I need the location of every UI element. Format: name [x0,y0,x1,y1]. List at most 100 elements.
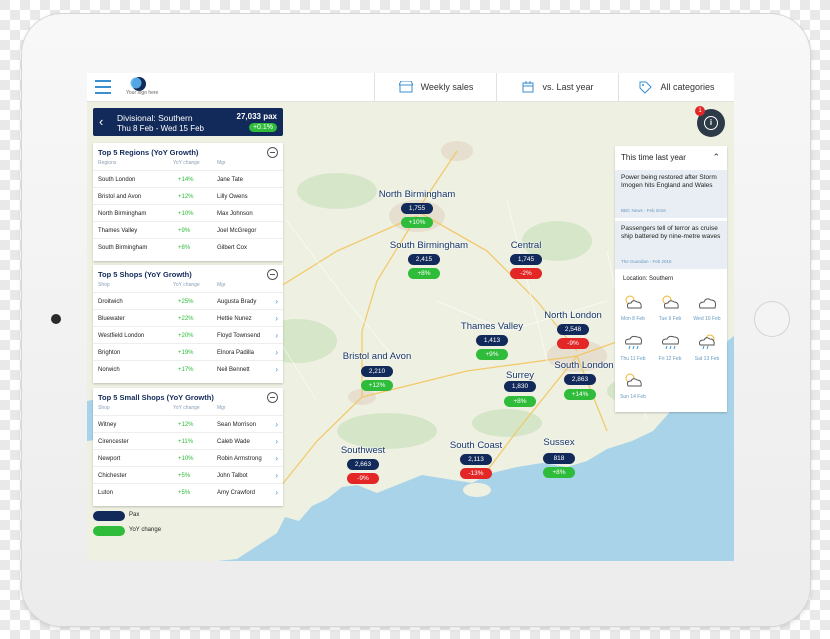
menu-icon[interactable] [95,80,111,94]
info-button[interactable]: i 1 [695,106,725,137]
chevron-right-icon: › [275,471,278,480]
region-label[interactable]: Southwest [341,445,385,456]
region-label[interactable]: Thames Valley [461,321,523,332]
legend-pax-swatch [93,511,125,521]
chevron-right-icon: › [275,297,278,306]
table-row[interactable]: Droitwich +25% Augusta Brady › [93,292,283,310]
region-label[interactable]: South Birmingham [390,240,468,251]
table-row[interactable]: South London +14% Jane Tate [93,170,283,188]
collapse-chevron-icon[interactable]: ⌃ [712,152,720,163]
table-row[interactable]: Westfield London +20% Floyd Townsend › [93,326,283,344]
region-label[interactable]: Surrey [506,370,534,381]
tag-icon [639,81,653,94]
news-item[interactable]: Passengers tell of terror as cruise ship… [615,221,727,269]
weather-day: Fri 12 Feb [656,334,684,362]
sun-cloud-icon [662,295,679,309]
table-row[interactable]: North Birmingham +10% Max Johnson [93,204,283,222]
chevron-right-icon: › [275,348,278,357]
cloud-icon [699,298,716,309]
total-pax: 27,033 pax [236,112,277,121]
chevron-right-icon: › [275,314,278,323]
table-row[interactable]: Witney +12% Sean Morrison › [93,415,283,433]
col-header: Regions [98,160,117,166]
region-label[interactable]: Sussex [543,437,574,448]
chevron-right-icon: › [275,454,278,463]
panel-title: Top 5 Shops (YoY Growth) [98,270,192,279]
region-pax-pill: 2,415 [408,254,440,265]
division-header[interactable]: ‹ Divisional: Southern Thu 8 Feb - Wed 1… [93,108,283,136]
region-change-pill: +10% [401,217,433,228]
weather-day: Tue 9 Feb [656,294,684,322]
notification-badge: 1 [695,106,705,116]
sun-cloud-icon [625,295,642,309]
table-row[interactable]: Bristol and Avon +12% Lilly Owens [93,187,283,205]
region-pax-pill: 818 [543,453,575,464]
region-change-pill: -13% [460,468,492,479]
col-header: YoY change [173,282,200,288]
collapse-icon[interactable] [267,269,278,280]
table-row[interactable]: Luton +5% Amy Crawford › [93,483,283,501]
top-small-shops-panel: Top 5 Small Shops (YoY Growth) Shop YoY … [93,388,283,506]
region-change-pill: +8% [408,268,440,279]
region-label[interactable]: South Coast [450,440,502,451]
chevron-right-icon: › [275,331,278,340]
col-header: Mgr [217,405,226,411]
region-pax-pill: 1,413 [476,335,508,346]
region-label[interactable]: North Birmingham [379,189,456,200]
chevron-right-icon: › [275,437,278,446]
table-row[interactable]: South Birmingham +8% Gilbert Cox [93,238,283,256]
table-row[interactable]: Thames Valley +9% Joel McGregor [93,221,283,239]
store-icon [398,81,413,93]
col-header: YoY change [173,405,200,411]
sun-cloud-icon [625,373,642,387]
legend-yoy-label: YoY change [129,527,162,533]
news-item[interactable]: Power being restored after Storm Imogen … [615,170,727,218]
region-label[interactable]: South London [554,360,613,371]
table-row[interactable]: Cirencester +11% Caleb Wade › [93,432,283,450]
table-row[interactable]: Chichester +5% John Talbot › [93,466,283,484]
legend-yoy-swatch [93,526,125,536]
tab-label: vs. Last year [542,82,594,92]
weather-day: Thu 11 Feb [619,334,647,362]
region-change-pill: -2% [510,268,542,279]
region-pax-pill: 2,210 [361,366,393,377]
tab-weekly-sales[interactable]: Weekly sales [374,73,497,101]
region-change-pill: +8% [504,396,536,407]
collapse-icon[interactable] [267,147,278,158]
calendar-icon [522,81,534,93]
region-change-pill: -9% [557,338,589,349]
region-change-pill: +12% [361,380,393,391]
total-change-badge: +0.1% [248,123,277,132]
chevron-right-icon: › [275,420,278,429]
region-label[interactable]: Central [511,240,542,251]
weather-location: Location: Southern [623,276,674,282]
back-chevron-icon[interactable]: ‹ [99,114,103,129]
region-pax-pill: 1,755 [401,203,433,214]
panel-title: Top 5 Regions (YoY Growth) [98,148,199,157]
table-row[interactable]: Norwich +17% Neil Bennett › [93,360,283,378]
col-header: Mgr [217,160,226,166]
weather-day: Mon 8 Feb [619,294,647,322]
tab-all-categories[interactable]: All categories [618,73,734,101]
home-button[interactable] [754,301,790,337]
tab-vs-last-year[interactable]: vs. Last year [496,73,619,101]
col-header: Mgr [217,282,226,288]
region-pax-pill: 2,548 [557,324,589,335]
col-header: Shop [98,405,110,411]
table-row[interactable]: Newport +10% Robin Armstrong › [93,449,283,467]
region-label[interactable]: Bristol and Avon [343,351,411,362]
top-bar: Your logo here Weekly sales vs. Last yea… [87,73,734,102]
last-year-panel: This time last year ⌃ Power being restor… [615,146,727,412]
region-pax-pill: 1,830 [504,381,536,392]
top-regions-panel: Top 5 Regions (YoY Growth) Regions YoY c… [93,143,283,261]
panel-title: Top 5 Small Shops (YoY Growth) [98,393,214,402]
region-pax-pill: 1,745 [510,254,542,265]
collapse-icon[interactable] [267,392,278,403]
table-row[interactable]: Brighton +19% Elnora Padilla › [93,343,283,361]
region-change-pill: -9% [347,473,379,484]
weather-day: Sat 13 Feb [693,334,721,362]
sun-rain-icon [699,334,715,350]
table-row[interactable]: Bluewater +22% Hettie Nunez › [93,309,283,327]
region-label[interactable]: North London [544,310,602,321]
legend-pax-label: Pax [129,512,140,518]
